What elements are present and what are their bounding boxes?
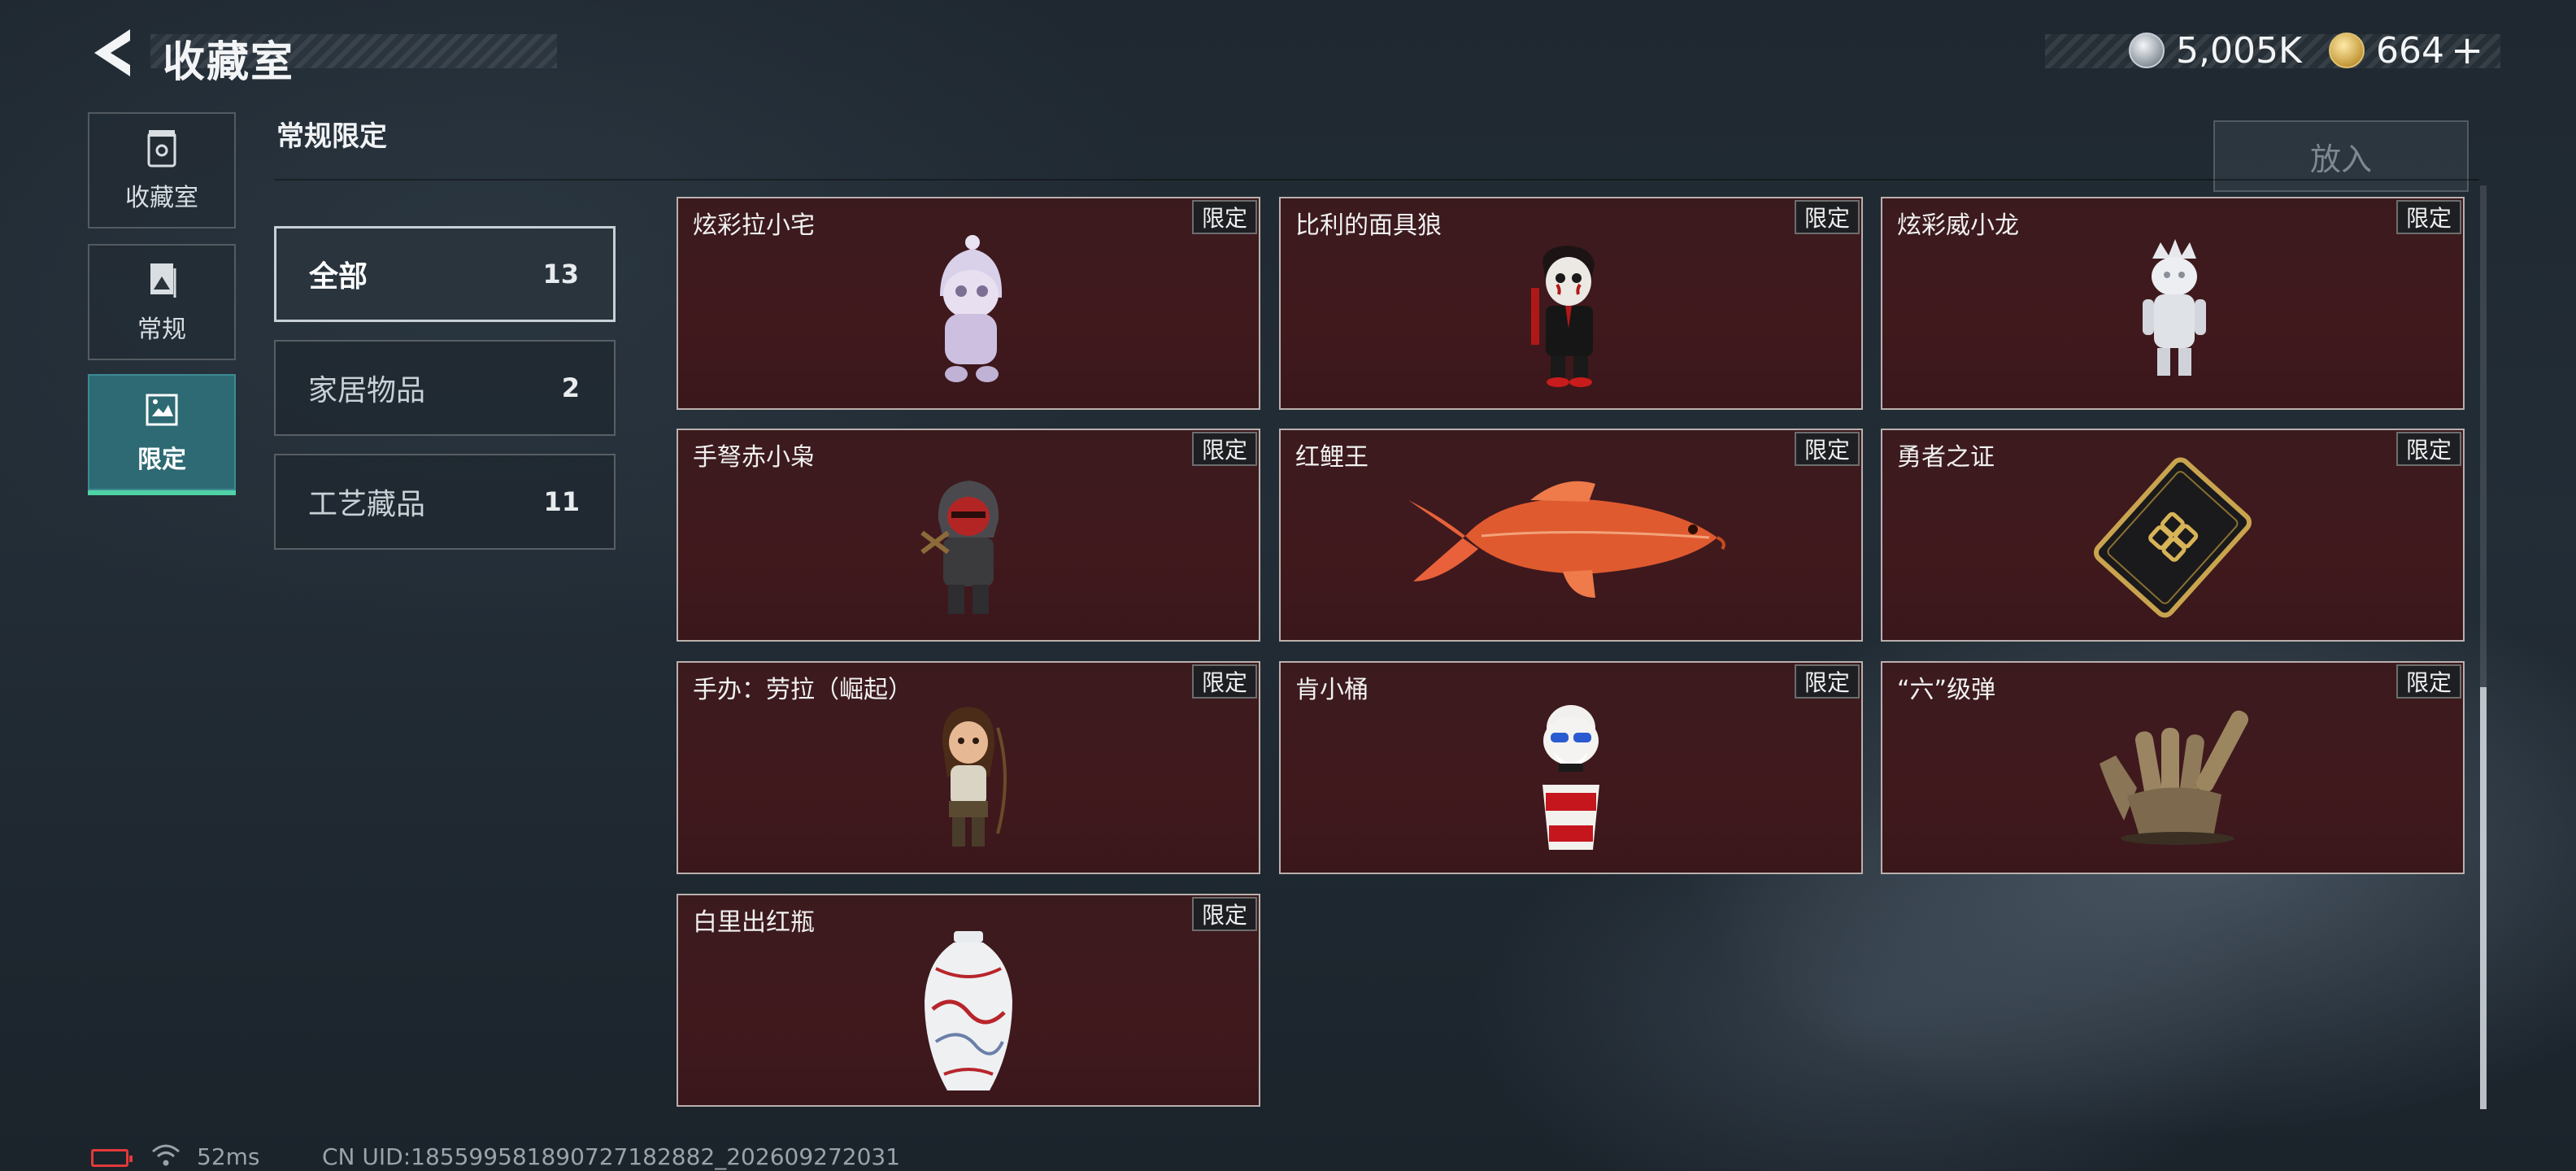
- silver-coin-icon: [2129, 33, 2165, 68]
- category-count: 11: [543, 486, 580, 517]
- category-name: 工艺藏品: [308, 488, 426, 521]
- silver-amount: 5,005K: [2176, 29, 2302, 72]
- nav-label: 限定: [137, 445, 186, 474]
- category-count: 13: [542, 259, 579, 289]
- back-button[interactable]: [88, 24, 137, 81]
- nav-label: 常规: [137, 315, 186, 344]
- hooded-figure-icon: [940, 235, 1003, 382]
- limited-tag: 限定: [1794, 664, 1860, 699]
- category-home-items[interactable]: 家居物品 2: [274, 340, 616, 436]
- bullet-hand-icon: [2100, 710, 2249, 845]
- gold-amount: 664: [2376, 29, 2444, 72]
- limited-icon: [146, 394, 178, 425]
- ping-text: 52ms: [197, 1143, 260, 1170]
- item-name: 比利的面具狼: [1295, 211, 1442, 240]
- crown-figure-icon: [2143, 239, 2206, 376]
- item-name: 肯小桶: [1295, 676, 1368, 704]
- item-name: “六”级弹: [1897, 676, 1996, 704]
- limited-tag: 限定: [1794, 200, 1860, 234]
- collection-item[interactable]: 肯小桶 限定: [1279, 661, 1863, 874]
- collection-item[interactable]: 比利的面具狼 限定: [1279, 197, 1863, 410]
- nav-tab-limited[interactable]: 限定: [88, 374, 236, 495]
- limited-tag: 限定: [2395, 432, 2461, 466]
- collection-item[interactable]: 勇者之证 限定: [1881, 429, 2465, 642]
- item-name: 炫彩拉小宅: [693, 211, 815, 240]
- archer-figure-icon: [920, 481, 999, 614]
- koi-fish-icon: [1408, 481, 1725, 598]
- limited-tag: 限定: [2395, 200, 2461, 234]
- nav-label: 收藏室: [125, 183, 198, 212]
- silver-currency: 5,005K: [2129, 28, 2302, 73]
- limited-tag: 限定: [1191, 664, 1257, 699]
- item-name: 红鲤王: [1295, 443, 1368, 472]
- limited-tag: 限定: [1191, 897, 1257, 931]
- collection-item[interactable]: 手弩赤小枭 限定: [677, 429, 1260, 642]
- puppet-figure-icon: [1531, 246, 1595, 387]
- scrollbar-thumb[interactable]: [2480, 687, 2487, 1109]
- collection-item[interactable]: 白里出红瓶 限定: [677, 894, 1260, 1107]
- put-in-button[interactable]: 放入: [2213, 120, 2469, 192]
- collection-item[interactable]: 炫彩威小龙 限定: [1881, 197, 2465, 410]
- collection-item[interactable]: 手办：劳拉（崛起） 限定: [677, 661, 1260, 874]
- limited-tag: 限定: [2395, 664, 2461, 699]
- item-name: 手办：劳拉（崛起）: [693, 676, 912, 704]
- nav-tab-regular[interactable]: 常规: [88, 244, 236, 360]
- category-name: 家居物品: [308, 374, 426, 407]
- grid-divider: [274, 179, 2479, 181]
- add-gold-button[interactable]: +: [2451, 28, 2483, 73]
- gold-coin-icon: [2329, 33, 2365, 68]
- bucket-figure-icon: [1543, 705, 1599, 850]
- gold-currency: 664 +: [2329, 28, 2483, 73]
- collection-item[interactable]: “六”级弹 限定: [1881, 661, 2465, 874]
- limited-tag: 限定: [1794, 432, 1860, 466]
- limited-tag: 限定: [1191, 432, 1257, 466]
- item-name: 白里出红瓶: [693, 908, 815, 937]
- collection-item[interactable]: 红鲤王 限定: [1279, 429, 1863, 642]
- category-crafts[interactable]: 工艺藏品 11: [274, 454, 616, 550]
- collection-room-icon: [147, 129, 176, 167]
- category-all[interactable]: 全部 13: [274, 226, 616, 322]
- item-name: 手弩赤小枭: [693, 443, 815, 472]
- item-name: 勇者之证: [1897, 443, 1995, 472]
- back-arrow-icon: [94, 29, 130, 76]
- nav-tab-collection-room[interactable]: 收藏室: [88, 112, 236, 229]
- uid-text: CN UID:185599581890727182882_20260927203…: [322, 1143, 901, 1170]
- page-title: 收藏室: [163, 38, 295, 87]
- porcelain-vase-icon: [925, 931, 1012, 1090]
- collection-item[interactable]: 炫彩拉小宅 限定: [677, 197, 1260, 410]
- adventurer-figure-icon: [942, 707, 1007, 847]
- battery-icon: [91, 1149, 133, 1167]
- wifi-icon: [152, 1144, 180, 1166]
- section-title: 常规限定: [276, 120, 387, 153]
- item-name: 炫彩威小龙: [1897, 211, 2019, 240]
- category-count: 2: [561, 372, 580, 403]
- limited-tag: 限定: [1191, 200, 1257, 234]
- badge-card-icon: [2094, 457, 2252, 618]
- category-name: 全部: [309, 260, 368, 294]
- regular-icon: [150, 263, 176, 298]
